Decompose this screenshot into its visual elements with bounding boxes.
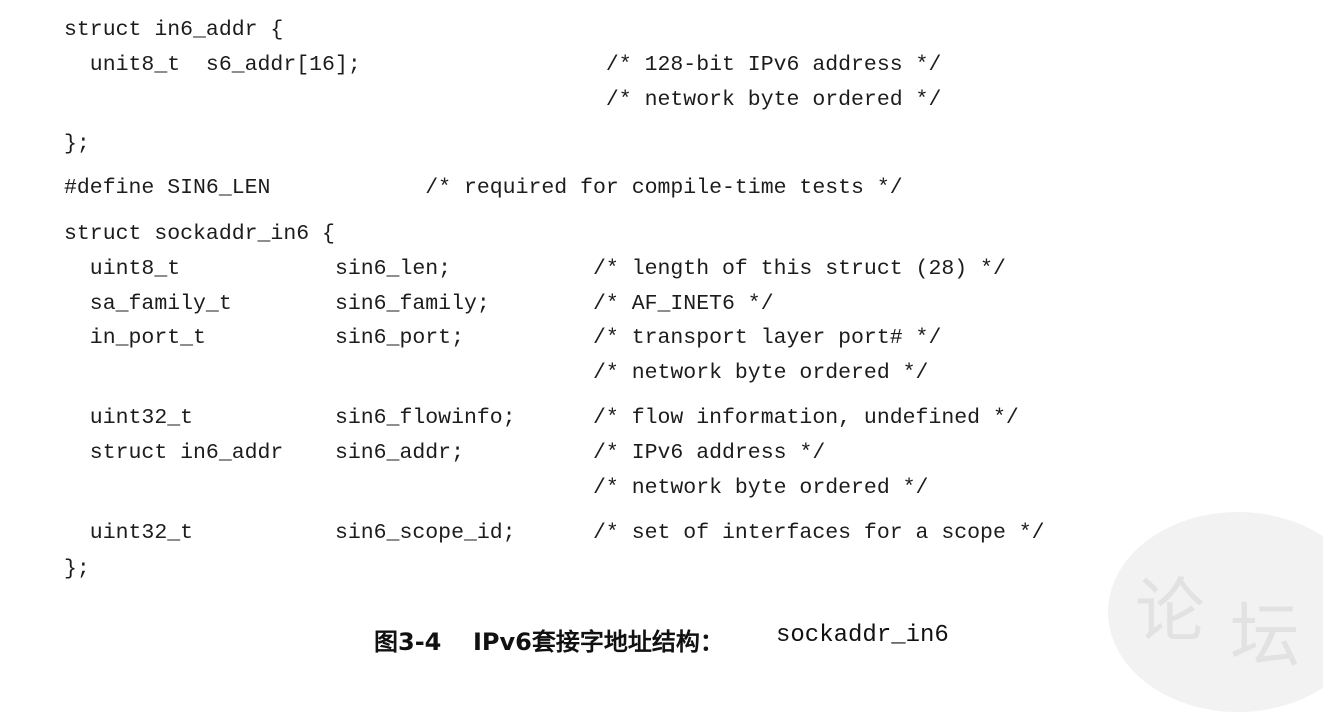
- code-line: unit8_t s6_addr[16]; /* 128-bit IPv6 add…: [64, 53, 942, 77]
- code-line: struct sockaddr_in6 {: [64, 222, 335, 246]
- figure-caption: 图3-4 IPv6套接字地址结构： sockaddr_in6: [0, 622, 1323, 656]
- code-line: struct in6_addr {: [64, 18, 284, 42]
- code-line: uint32_t sin6_scope_id; /* set of interf…: [64, 521, 1045, 545]
- code-line: /* network byte ordered */: [64, 88, 942, 112]
- code-line: uint8_t sin6_len; /* length of this stru…: [64, 257, 1006, 281]
- figure-number: 图3-4: [374, 628, 442, 656]
- code-line: in_port_t sin6_port; /* transport layer …: [64, 326, 942, 350]
- code-line: /* network byte ordered */: [64, 476, 929, 500]
- code-line: struct in6_addr sin6_addr; /* IPv6 addre…: [64, 441, 826, 465]
- code-line: sa_family_t sin6_family; /* AF_INET6 */: [64, 292, 774, 316]
- code-line: };: [64, 132, 90, 156]
- figure-title: IPv6套接字地址结构：: [473, 628, 724, 656]
- code-line: };: [64, 557, 90, 581]
- figure-struct-name: sockaddr_in6: [776, 622, 949, 649]
- code-line: uint32_t sin6_flowinfo; /* flow informat…: [64, 406, 1019, 430]
- code-line: #define SIN6_LEN /* required for compile…: [64, 176, 903, 200]
- code-listing: struct in6_addr { unit8_t s6_addr[16]; /…: [0, 0, 1323, 662]
- code-line: /* network byte ordered */: [64, 361, 929, 385]
